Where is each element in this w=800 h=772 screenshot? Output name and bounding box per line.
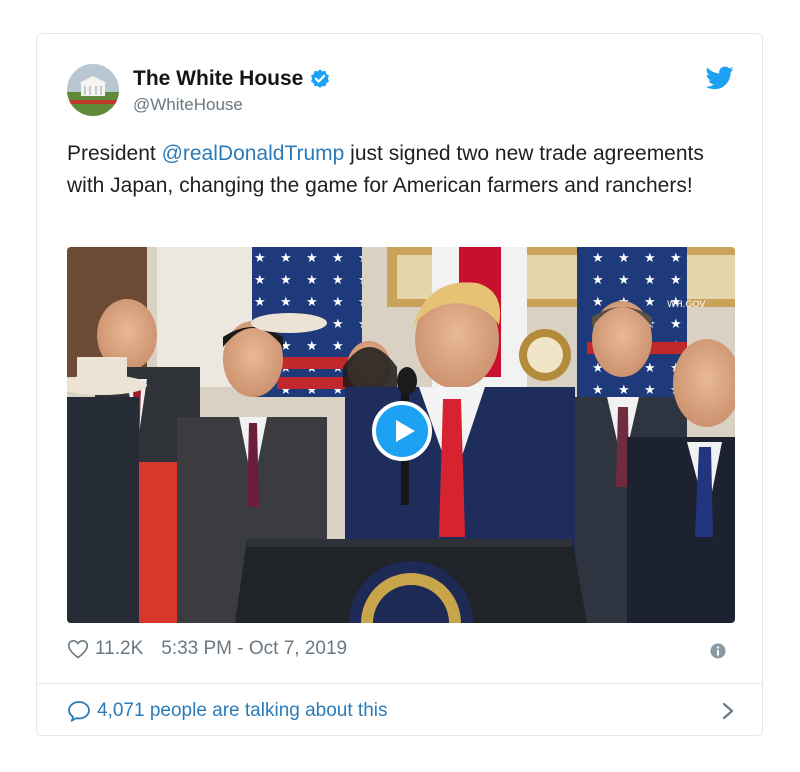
tweet-text: President @realDonaldTrump just signed t… xyxy=(67,138,707,202)
play-icon xyxy=(396,420,415,442)
divider xyxy=(37,683,762,684)
media-watermark: WH.GOV xyxy=(667,300,706,310)
tweet-text-start: President xyxy=(67,142,162,165)
tweet-card: The White House @WhiteHouse President @r… xyxy=(36,33,763,736)
twitter-bird-icon[interactable] xyxy=(706,66,734,90)
chevron-right-icon[interactable] xyxy=(721,701,735,721)
video-player[interactable]: ★ WH.GOV xyxy=(67,247,735,623)
conversation-link[interactable]: 4,071 people are talking about this xyxy=(67,694,735,728)
heart-icon[interactable] xyxy=(67,639,89,659)
display-name[interactable]: The White House xyxy=(133,67,303,91)
like-count[interactable]: 11.2K xyxy=(95,638,143,660)
tweet-meta: 11.2K 5:33 PM - Oct 7, 2019 xyxy=(67,638,347,660)
timestamp[interactable]: 5:33 PM - Oct 7, 2019 xyxy=(161,638,347,660)
handle[interactable]: @WhiteHouse xyxy=(133,95,243,115)
avatar[interactable] xyxy=(67,64,119,116)
verified-badge-icon xyxy=(311,69,330,88)
play-button[interactable] xyxy=(372,401,432,461)
mention-link[interactable]: @realDonaldTrump xyxy=(162,142,345,165)
info-icon[interactable] xyxy=(710,643,726,659)
speech-bubble-icon xyxy=(68,701,90,722)
talking-count-link[interactable]: 4,071 people are talking about this xyxy=(97,700,388,722)
